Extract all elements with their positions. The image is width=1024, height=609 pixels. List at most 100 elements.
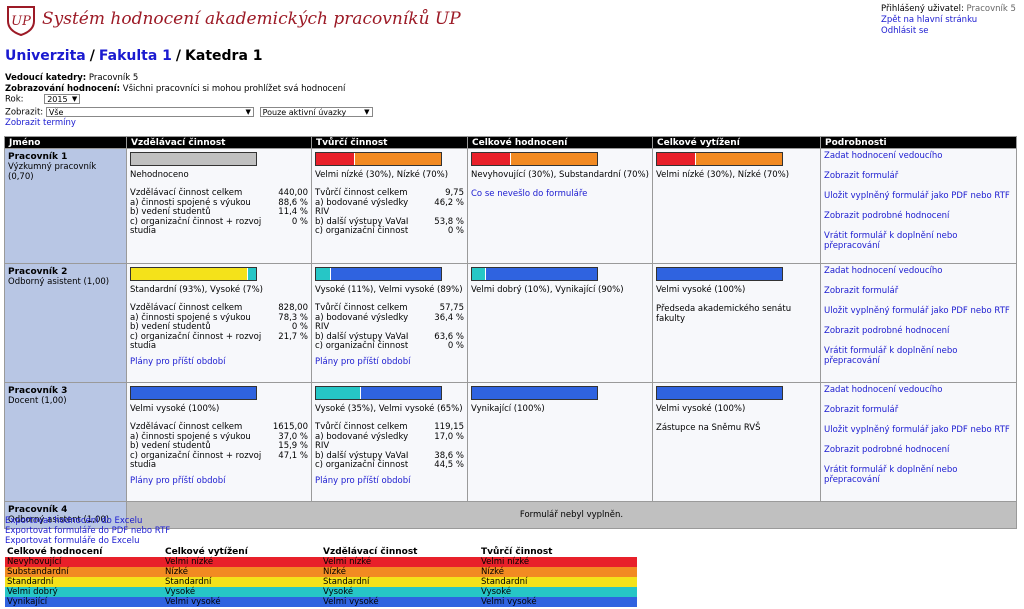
total-rating-bar [471, 267, 598, 281]
legend-cell: Velmi vysoké [481, 597, 537, 607]
export-forms-excel-link[interactable]: Exportovat formuláře do Excelu [5, 536, 140, 546]
legend-cell: Standardní [165, 577, 212, 587]
stat-label: c) organizační činnost + rozvoj studia [130, 450, 262, 470]
total-rating-bar [471, 386, 598, 400]
save-pdf-rtf-link[interactable]: Uložit vyplněný formulář jako PDF nebo R… [824, 425, 1013, 435]
save-pdf-rtf-link[interactable]: Uložit vyplněný formulář jako PDF nebo R… [824, 306, 1013, 316]
stat-row: a) bodované výsledky RIV 36,4 % [315, 312, 464, 333]
load-cell: Velmi nízké (30%), Nízké (70%) [652, 148, 821, 264]
stat-value: 36,4 % [434, 312, 464, 323]
breadcrumb-fakulta[interactable]: Fakulta 1 [99, 48, 172, 64]
show-terms-link[interactable]: Zobrazit termíny [5, 118, 76, 128]
return-form-link[interactable]: Vrátit formulář k doplnění nebo přepraco… [824, 465, 1013, 485]
employee-name: Pracovník 1 [8, 152, 68, 162]
stat-label: c) organizační činnost [315, 341, 409, 351]
export-pdf-rtf-link[interactable]: Exportovat formuláře do PDF nebo RTF [5, 526, 170, 536]
plans-link[interactable]: Plány pro příští období [130, 357, 308, 367]
plans-link[interactable]: Plány pro příští období [315, 476, 464, 486]
col-header-creative: Tvůrčí činnost [311, 136, 468, 149]
app-header: UP Systém hodnocení akademických pracovn… [0, 0, 1024, 44]
col-header-total: Celkové hodnocení [467, 136, 653, 149]
logout-link[interactable]: Odhlásit se [881, 26, 929, 36]
creative-rating-bar [315, 152, 442, 166]
save-pdf-rtf-link[interactable]: Uložit vyplněný formulář jako PDF nebo R… [824, 191, 1013, 201]
edu-rating-bar [130, 152, 257, 166]
enter-head-evaluation-link[interactable]: Zadat hodnocení vedoucího [824, 151, 1013, 161]
load-note: Předseda akademického senátu fakulty [656, 304, 792, 324]
table-header-row: Jméno Vzdělávací činnost Tvůrčí činnost … [4, 136, 1017, 149]
enter-head-evaluation-link[interactable]: Zadat hodnocení vedoucího [824, 266, 1013, 276]
legend-cell: Velmi dobrý [7, 587, 58, 597]
bar-segment [316, 153, 354, 165]
creative-cell: Vysoké (35%), Velmi vysoké (65%) Tvůrčí … [311, 382, 468, 502]
show-select-value: Vše [48, 107, 64, 117]
home-link[interactable]: Zpět na hlavní stránku [881, 15, 977, 25]
show-form-link[interactable]: Zobrazit formulář [824, 286, 1013, 296]
up-logo-icon: UP [7, 6, 35, 36]
legend-row: Substandardní Nízké Nízké Nízké [5, 567, 637, 577]
details-cell: Zadat hodnocení vedoucího Zobrazit formu… [820, 382, 1017, 502]
show-detailed-evaluation-link[interactable]: Zobrazit podrobné hodnocení [824, 326, 1013, 336]
stat-value: 17,0 % [434, 431, 464, 442]
bar-segment [509, 153, 597, 165]
edu-stats: Vzdělávací činnost celkem 1615,00 a) činn… [130, 422, 308, 471]
user-name: Pracovník 5 [966, 4, 1016, 14]
return-form-link[interactable]: Vrátit formulář k doplnění nebo přepraco… [824, 346, 1013, 366]
edu-cell: Standardní (93%), Vysoké (7%) Vzdělávací… [126, 263, 312, 383]
plans-link[interactable]: Plány pro příští období [315, 357, 464, 367]
head-value: Pracovník 5 [88, 73, 139, 83]
load-caption: Velmi vysoké (100%) [656, 285, 746, 295]
creative-caption: Velmi nízké (30%), Nízké (70%) [315, 170, 449, 180]
creative-rating-bar [315, 386, 442, 400]
load-rating-bar [656, 152, 783, 166]
enter-head-evaluation-link[interactable]: Zadat hodnocení vedoucího [824, 385, 1013, 395]
active-filter-value: Pouze aktivní úvazky [262, 107, 347, 117]
load-cell: Velmi vysoké (100%) Předseda akademickéh… [652, 263, 821, 383]
load-cell: Velmi vysoké (100%) Zástupce na Sněmu RV… [652, 382, 821, 502]
active-filter-select[interactable]: Pouze aktivní úvazky ▼ [259, 106, 373, 117]
legend-cell: Standardní [481, 577, 528, 587]
extra-info-link[interactable]: Co se nevešlo do formuláře [471, 189, 587, 199]
breadcrumb: Univerzita / Fakulta 1/Katedra 1 [5, 48, 263, 64]
bar-segment [657, 153, 695, 165]
export-links: Exportovat hodnocení do Excelu Exportova… [5, 516, 170, 546]
export-excel-link[interactable]: Exportovat hodnocení do Excelu [5, 516, 142, 526]
legend-cell: Velmi nízké [323, 557, 372, 567]
show-form-link[interactable]: Zobrazit formulář [824, 171, 1013, 181]
legend-cell: Vysoké [481, 587, 512, 597]
color-legend: Celkové hodnocení Celkové vytížení Vzděl… [5, 546, 637, 607]
show-detailed-evaluation-link[interactable]: Zobrazit podrobné hodnocení [824, 445, 1013, 455]
employee-role: Docent (1,00) [8, 396, 67, 406]
creative-caption: Vysoké (35%), Velmi vysoké (65%) [315, 404, 463, 414]
stat-row: c) organizační činnost 0 % [315, 341, 464, 352]
bar-segment [484, 268, 597, 280]
bar-segment [131, 268, 248, 280]
chevron-down-icon: ▼ [364, 107, 370, 116]
bar-segment [472, 268, 485, 280]
legend-cell: Velmi vysoké [165, 597, 221, 607]
edu-cell: Velmi vysoké (100%) Vzdělávací činnost c… [126, 382, 312, 502]
load-rating-bar [656, 267, 783, 281]
load-caption: Velmi nízké (30%), Nízké (70%) [656, 170, 790, 180]
bar-segment [131, 387, 256, 399]
stat-value: 46,2 % [434, 197, 464, 208]
show-detailed-evaluation-link[interactable]: Zobrazit podrobné hodnocení [824, 211, 1013, 221]
return-form-link[interactable]: Vrátit formulář k doplnění nebo přepraco… [824, 231, 1013, 251]
breadcrumb-univerzita[interactable]: Univerzita [5, 48, 86, 64]
plans-link[interactable]: Plány pro příští období [130, 476, 308, 486]
col-header-name: Jméno [4, 136, 127, 149]
year-select[interactable]: 2015 ▼ [44, 94, 81, 104]
show-form-link[interactable]: Zobrazit formulář [824, 405, 1013, 415]
stat-row: c) organizační činnost 44,5 % [315, 460, 464, 471]
bar-segment [316, 387, 360, 399]
breadcrumb-separator: / [89, 48, 95, 64]
display-value: Všichni pracovníci si mohou prohlížet sv… [122, 84, 346, 94]
show-select[interactable]: Vše ▼ [45, 106, 254, 117]
creative-cell: Velmi nízké (30%), Nízké (70%) Tvůrčí či… [311, 148, 468, 264]
name-cell: Pracovník 3 Docent (1,00) [4, 382, 127, 502]
legend-cell: Vysoké [165, 587, 196, 597]
stat-value: 47,1 % [278, 450, 308, 461]
details-cell: Zadat hodnocení vedoucího Zobrazit formu… [820, 148, 1017, 264]
stat-label: a) bodované výsledky RIV [315, 431, 409, 451]
legend-row: Standardní Standardní Standardní Standardní [5, 577, 637, 587]
